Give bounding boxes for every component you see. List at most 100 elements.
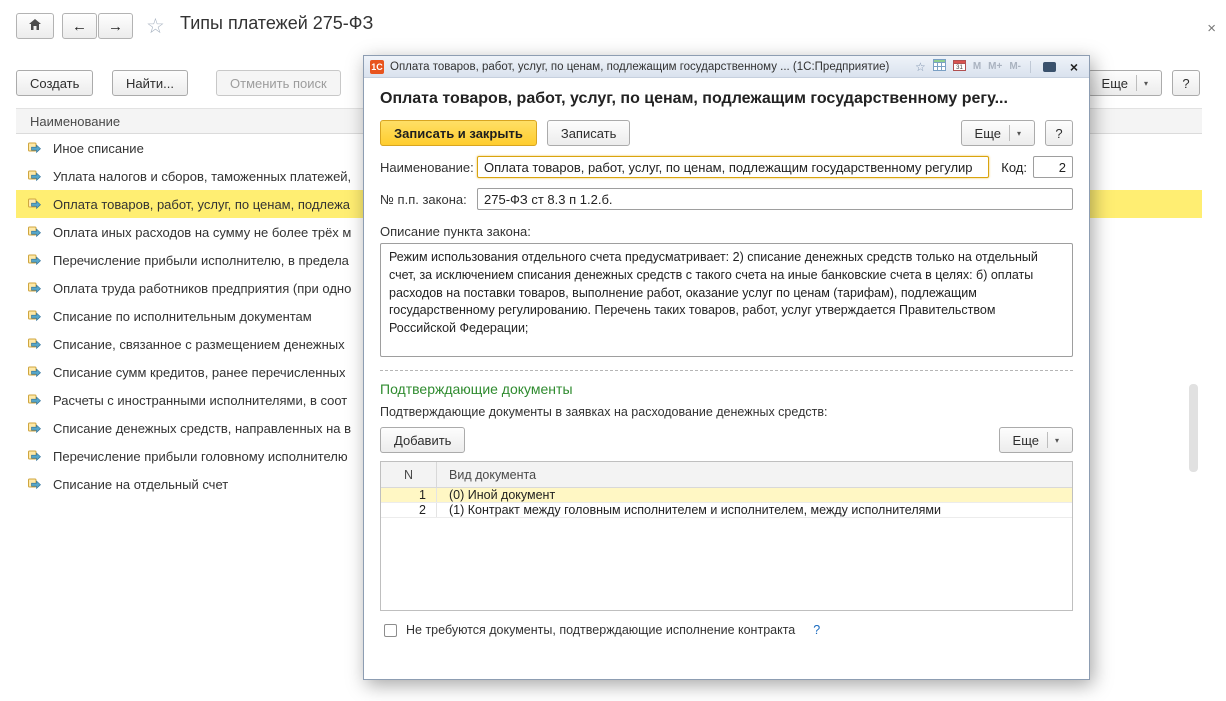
scrollbar-thumb[interactable] xyxy=(1189,384,1198,472)
list-item-label: Списание сумм кредитов, ранее перечислен… xyxy=(53,364,346,380)
list-item-label: Перечисление прибыли головному исполните… xyxy=(53,448,348,464)
doc-table-body: 1 (0) Иной документ 2 (1) Контракт между го… xyxy=(381,488,1072,518)
item-type-icon xyxy=(28,338,44,350)
item-type-icon xyxy=(28,478,44,490)
docs-more-button[interactable]: Еще ▾ xyxy=(998,427,1073,453)
list-item-label: Расчеты с иностранными исполнителями, в … xyxy=(53,392,348,408)
item-type-icon xyxy=(28,170,44,182)
law-clause-input[interactable] xyxy=(477,188,1073,210)
1c-logo-icon: 1С xyxy=(370,59,384,74)
list-item-label: Списание, связанное с размещением денежн… xyxy=(53,336,345,352)
list-column-header-label: Наименование xyxy=(30,113,121,129)
home-button[interactable] xyxy=(16,13,54,39)
no-docs-checkbox[interactable] xyxy=(384,623,397,637)
item-type-icon xyxy=(28,254,44,266)
home-icon xyxy=(28,18,42,35)
create-button[interactable]: Создать xyxy=(16,70,94,96)
list-item-label: Уплата налогов и сборов, таможенных плат… xyxy=(53,168,352,184)
dialog-titlebar[interactable]: 1С Оплата товаров, работ, услуг, по цена… xyxy=(364,56,1089,78)
code-input[interactable] xyxy=(1033,156,1073,178)
more-button[interactable]: Еще ▾ xyxy=(1087,70,1162,96)
dialog-body: Оплата товаров, работ, услуг, по ценам, … xyxy=(364,78,1089,679)
doc-row-type: (0) Иной документ xyxy=(449,488,556,502)
name-field-label: Наименование: xyxy=(380,159,474,175)
forward-arrow-icon: → xyxy=(108,17,123,35)
maximize-button[interactable] xyxy=(1040,59,1058,75)
list-item-label: Списание на отдельный счет xyxy=(53,476,229,492)
payment-types-window: ← → ☆ Типы платежей 275-ФЗ × Создать Най… xyxy=(0,0,1226,701)
titlebar-divider xyxy=(1030,60,1031,73)
forward-button[interactable]: → xyxy=(98,13,133,39)
item-type-icon xyxy=(28,422,44,434)
item-type-icon xyxy=(28,394,44,406)
doc-table-row[interactable]: 1 (0) Иной документ xyxy=(381,488,1072,503)
item-type-icon xyxy=(28,198,44,210)
item-type-icon xyxy=(28,282,44,294)
payment-type-dialog: 1С Оплата товаров, работ, услуг, по цена… xyxy=(363,55,1090,680)
add-button[interactable]: Добавить xyxy=(380,427,466,453)
dialog-more-label: Еще xyxy=(974,125,1001,141)
list-item-label: Оплата товаров, работ, услуг, по ценам, … xyxy=(53,196,351,212)
chevron-down-icon: ▾ xyxy=(1008,125,1021,141)
chevron-down-icon: ▾ xyxy=(1135,75,1148,91)
list-item-label: Списание по исполнительным документам xyxy=(53,308,312,324)
item-type-icon xyxy=(28,366,44,378)
cancel-search-button[interactable]: Отменить поиск xyxy=(216,70,341,96)
checkbox-help-link[interactable]: ? xyxy=(813,623,820,637)
titlebar-icons: ☆ 31 M M+ M- × xyxy=(915,59,1083,75)
law-field-row: № п.п. закона: xyxy=(380,188,1073,210)
doc-row-number: 2 xyxy=(381,503,437,517)
spreadsheet-icon[interactable] xyxy=(932,59,946,74)
docs-section-hint: Подтверждающие документы в заявках на ра… xyxy=(380,405,828,419)
close-icon: × xyxy=(1069,58,1079,75)
back-arrow-icon: ← xyxy=(72,17,87,35)
window-close-button[interactable]: × xyxy=(1207,20,1216,37)
save-button[interactable]: Записать xyxy=(546,120,631,146)
doc-row-type: (1) Контракт между головным исполнителем… xyxy=(449,503,941,517)
save-and-close-button[interactable]: Записать и закрыть xyxy=(380,120,537,146)
dialog-titlebar-title: Оплата товаров, работ, услуг, по ценам, … xyxy=(390,60,890,73)
list-item-label: Оплата труда работников предприятия (при… xyxy=(53,280,352,296)
find-button[interactable]: Найти... xyxy=(112,70,188,96)
item-type-icon xyxy=(28,226,44,238)
item-type-icon xyxy=(28,310,44,322)
chevron-down-icon: ▾ xyxy=(1046,432,1059,448)
no-docs-checkbox-label: Не требуются документы, подтверждающие и… xyxy=(406,623,796,637)
maximize-icon xyxy=(1042,61,1056,72)
memory-m-button[interactable]: M xyxy=(973,61,981,72)
memory-mminus-button[interactable]: M- xyxy=(1009,61,1021,72)
description-label: Описание пункта закона: xyxy=(380,224,531,239)
more-button-label: Еще xyxy=(1101,75,1128,91)
dialog-help-button[interactable]: ? xyxy=(1045,120,1073,146)
favorites-star-icon[interactable]: ☆ xyxy=(146,14,165,39)
no-docs-checkbox-row: Не требуются документы, подтверждающие и… xyxy=(380,623,1073,637)
docs-section-title: Подтверждающие документы xyxy=(380,381,573,397)
doc-row-number: 1 xyxy=(381,488,437,502)
favorites-icon[interactable]: ☆ xyxy=(915,60,926,74)
dialog-more-button[interactable]: Еще ▾ xyxy=(960,120,1035,146)
item-type-icon xyxy=(28,450,44,462)
calendar-icon[interactable]: 31 xyxy=(952,59,966,74)
dialog-close-button[interactable]: × xyxy=(1065,59,1083,75)
svg-text:31: 31 xyxy=(956,65,963,71)
section-divider xyxy=(380,370,1073,371)
memory-mplus-button[interactable]: M+ xyxy=(988,61,1002,72)
list-item-label: Списание денежных средств, направленных … xyxy=(53,420,352,436)
doc-col-type-header: Вид документа xyxy=(449,467,537,482)
docs-more-label: Еще xyxy=(1012,432,1039,448)
list-item-label: Оплата иных расходов на сумму не более т… xyxy=(53,224,352,240)
back-button[interactable]: ← xyxy=(62,13,97,39)
name-input[interactable] xyxy=(477,156,990,178)
list-item-label: Перечисление прибыли исполнителю, в пред… xyxy=(53,252,349,268)
help-button[interactable]: ? xyxy=(1172,70,1200,96)
doc-table-header[interactable]: N Вид документа xyxy=(381,462,1072,488)
law-field-label: № п.п. закона: xyxy=(380,191,467,207)
code-field-label: Код: xyxy=(1001,159,1027,175)
description-textarea[interactable]: Режим использования отдельного счета пре… xyxy=(380,243,1073,357)
list-item-label: Иное списание xyxy=(53,140,144,156)
name-field-row: Наименование: Код: xyxy=(380,156,1073,178)
docs-toolbar: Добавить Еще ▾ xyxy=(380,427,1073,453)
doc-table: N Вид документа 1 (0) Иной документ 2 (1) К… xyxy=(380,461,1073,611)
doc-table-row[interactable]: 2 (1) Контракт между головным исполнителе… xyxy=(381,503,1072,518)
dialog-command-bar: Записать и закрыть Записать Еще ▾ ? xyxy=(380,120,1073,146)
